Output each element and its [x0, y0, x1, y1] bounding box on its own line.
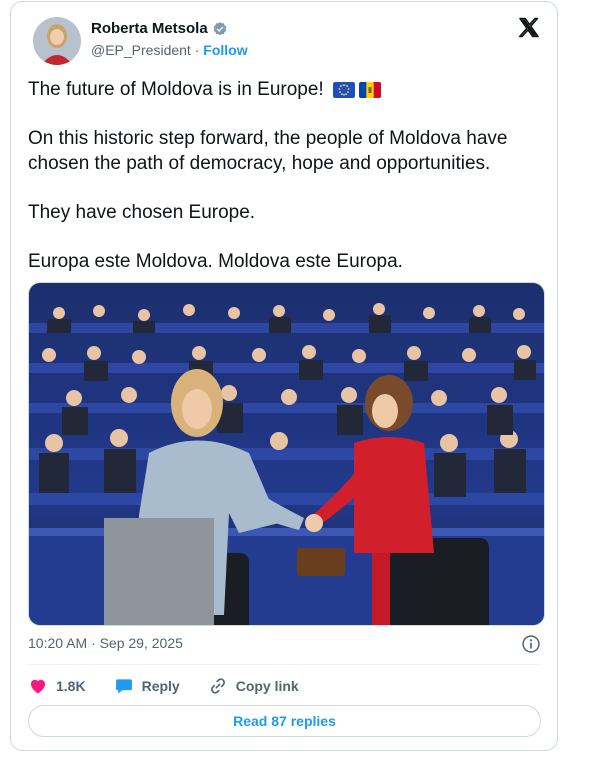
x-logo-icon[interactable]	[517, 16, 541, 40]
tweet-actions: 1.8K Reply Copy link	[28, 674, 327, 698]
copy-link-button[interactable]: Copy link	[208, 674, 299, 698]
tweet-card: Roberta Metsola @EP_President · Follow T…	[10, 1, 558, 751]
copy-link-label: Copy link	[235, 678, 299, 694]
tweet-paragraph: They have chosen Europe.	[28, 202, 256, 223]
tweet-paragraph: The future of Moldova is in Europe!	[28, 77, 548, 102]
separator-dot: ·	[194, 42, 200, 58]
tweet-paragraph: Europa este Moldova. Moldova este Europa…	[28, 251, 403, 272]
divider	[28, 664, 541, 665]
reply-button[interactable]: Reply	[114, 674, 180, 698]
author-handle[interactable]: @EP_President	[91, 42, 191, 58]
heart-icon	[30, 679, 46, 694]
tweet-paragraph: On this historic step forward, the peopl…	[28, 128, 508, 174]
tweet-text: The future of Moldova is in Europe! On t…	[28, 77, 548, 298]
like-count: 1.8K	[56, 678, 86, 694]
info-icon[interactable]	[521, 634, 541, 654]
avatar[interactable]	[33, 17, 81, 65]
reply-bubble-icon	[115, 679, 132, 694]
moldova-flag-icon	[359, 82, 381, 98]
follow-button[interactable]: Follow	[203, 42, 247, 58]
link-icon	[210, 678, 225, 694]
eu-flag-icon	[333, 82, 355, 98]
read-replies-button[interactable]: Read 87 replies	[28, 705, 541, 737]
like-button[interactable]: 1.8K	[28, 674, 86, 698]
author-name[interactable]: Roberta Metsola	[91, 20, 208, 37]
tweet-timestamp[interactable]: 10:20 AM · Sep 29, 2025	[28, 635, 183, 651]
verified-badge-icon	[213, 21, 227, 35]
tweet-photo[interactable]	[28, 282, 545, 626]
reply-label: Reply	[141, 678, 180, 694]
author-name-row: Roberta Metsola	[91, 20, 228, 37]
author-handle-row: @EP_President · Follow	[91, 42, 248, 58]
